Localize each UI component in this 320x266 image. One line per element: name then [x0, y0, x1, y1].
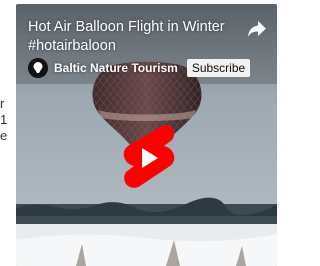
side-text-fragment: r 1 e: [0, 96, 14, 144]
side-text-line: e: [0, 128, 8, 143]
side-text-line: r: [0, 96, 5, 111]
youtube-shorts-play-icon[interactable]: [120, 122, 176, 194]
share-icon[interactable]: [247, 20, 267, 38]
video-title[interactable]: Hot Air Balloon Flight in Winter #hotair…: [28, 18, 243, 56]
channel-row: Baltic Nature Tourism Subscribe: [28, 58, 251, 78]
channel-avatar[interactable]: [28, 58, 48, 78]
youtube-shorts-embed[interactable]: Hot Air Balloon Flight in Winter #hotair…: [16, 4, 277, 266]
channel-name[interactable]: Baltic Nature Tourism: [54, 61, 178, 75]
balloon-logo-icon: [33, 62, 43, 73]
subscribe-button[interactable]: Subscribe: [186, 59, 251, 77]
side-text-line: 1: [0, 112, 8, 127]
